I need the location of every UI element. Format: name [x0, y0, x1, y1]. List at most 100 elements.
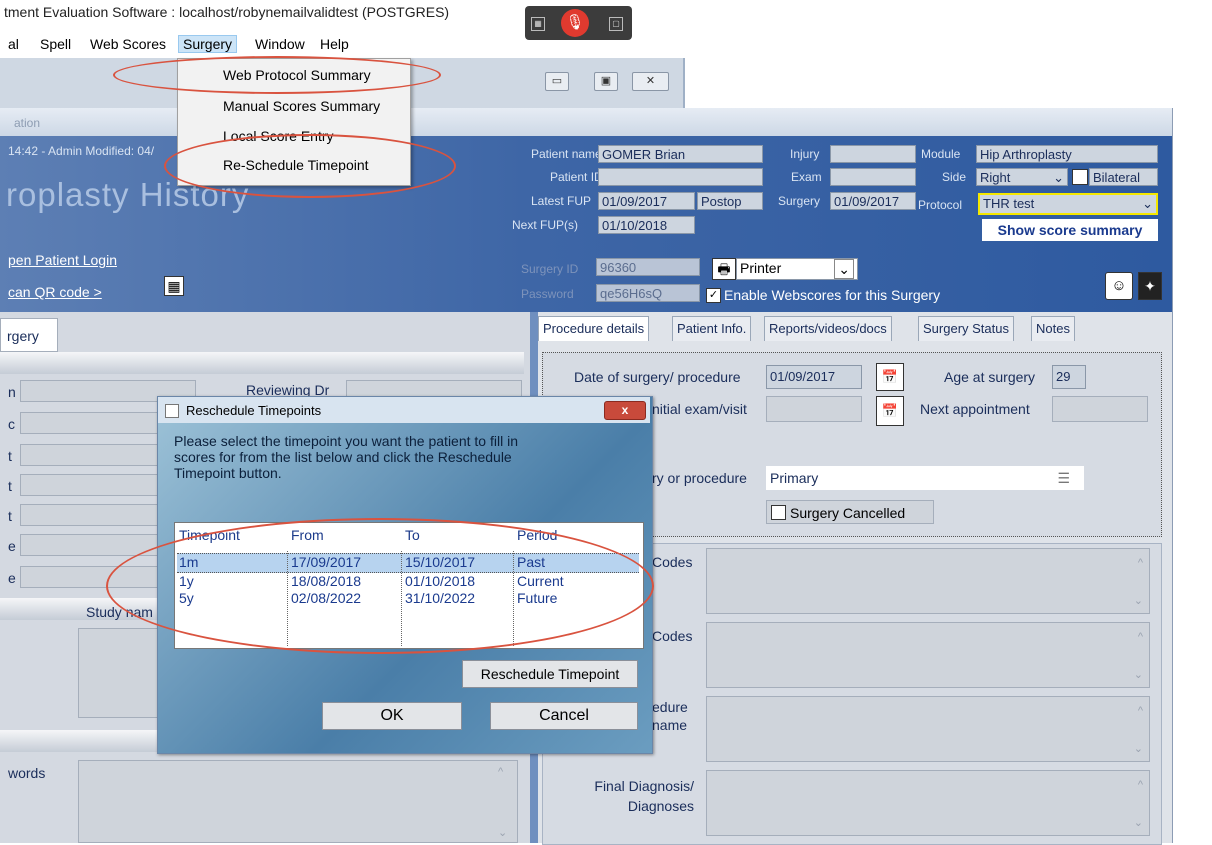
protocol-select[interactable]: THR test ⌄ [978, 193, 1158, 215]
injury-label: Injury [790, 147, 820, 161]
side-label: Side [942, 170, 967, 184]
date-of-surgery-label: Date of surgery/ procedure [574, 369, 741, 385]
next-fup-field[interactable]: 01/10/2018 [598, 216, 695, 234]
left-field-4[interactable] [20, 474, 160, 496]
microphone-icon[interactable]: 🎙 [561, 9, 589, 37]
ok-button[interactable]: OK [322, 702, 462, 730]
calendar-icon[interactable]: 📅 [876, 363, 904, 391]
patient-name-label: Patient name [531, 147, 602, 161]
patient-id-field[interactable] [598, 168, 763, 186]
surgery-cancelled-control[interactable]: Surgery Cancelled [766, 500, 934, 524]
latest-fup-field[interactable]: 01/09/2017 [598, 192, 695, 210]
next-fup-label: Next FUP(s) [512, 218, 578, 232]
form-header: ation [0, 108, 1172, 136]
password-label: Password [521, 287, 574, 301]
left-label-5: t [8, 508, 12, 524]
menu-help[interactable]: Help [320, 36, 349, 52]
maximize-button[interactable]: ▣ [594, 72, 618, 91]
menu-al[interactable]: al [8, 36, 19, 52]
exam-label: Exam [791, 170, 822, 184]
show-score-summary-button[interactable]: Show score summary [982, 219, 1158, 241]
tab-patient-info[interactable]: Patient Info. [672, 316, 752, 341]
date-of-surgery-field[interactable]: 01/09/2017 [766, 365, 862, 389]
study-name-box[interactable] [78, 628, 162, 718]
keywords-field[interactable] [78, 760, 518, 843]
injury-field[interactable] [830, 145, 916, 163]
age-label: Age at surgery [944, 369, 1036, 385]
surgery-cancelled-checkbox[interactable] [771, 505, 786, 520]
recording-widget[interactable]: ▦ 🎙 ▢ [525, 6, 632, 40]
surgery-date-field[interactable]: 01/09/2017 [830, 192, 916, 210]
codes-field-2[interactable]: ^ ⌄ [706, 622, 1150, 688]
procedure-type-field[interactable]: Primary ☰ [766, 466, 1084, 490]
menu-item-manual-scores-summary[interactable]: Manual Scores Summary [223, 98, 380, 114]
left-field-3[interactable] [20, 444, 160, 466]
patient-name-field[interactable]: GOMER Brian [598, 145, 763, 163]
chevron-down-icon: ⌄ [834, 259, 854, 279]
left-pane-header [0, 352, 524, 374]
left-label-4: t [8, 478, 12, 494]
menu-spell[interactable]: Spell [40, 36, 71, 52]
printer-select[interactable]: Printer ⌄ [736, 258, 858, 280]
close-button[interactable]: ✕ [632, 72, 669, 91]
enable-webscores-checkbox[interactable]: ✓ [706, 288, 721, 303]
qr-code-icon[interactable]: ▦ [164, 276, 184, 296]
left-label-1: n [8, 384, 16, 400]
xray-icon[interactable]: ✦ [1138, 272, 1162, 300]
menu-web-scores[interactable]: Web Scores [90, 36, 166, 52]
final-diagnosis-field[interactable]: ^ ⌄ [706, 770, 1150, 836]
procedure-name-label: edure name [652, 699, 688, 733]
keywords-label: words [8, 765, 46, 781]
calendar-icon[interactable]: 📅 [876, 396, 904, 426]
chevron-down-icon: ⌄ [1142, 196, 1153, 211]
password-field: qe56H6sQ [596, 284, 700, 302]
dialog-title: Reschedule Timepoints [186, 403, 322, 418]
tab-surgery[interactable]: rgery [0, 318, 58, 352]
stop-icon[interactable]: ▢ [609, 17, 623, 31]
exam-field[interactable] [830, 168, 916, 186]
surgery-id-label: Surgery ID [521, 262, 579, 276]
dialog-close-button[interactable]: x [604, 401, 646, 420]
open-patient-login-link[interactable]: pen Patient Login [8, 252, 117, 268]
latest-fup-label: Latest FUP [531, 194, 592, 208]
left-field-5[interactable] [20, 504, 160, 526]
codes-field-1[interactable]: ^ ⌄ [706, 548, 1150, 614]
cancel-button[interactable]: Cancel [490, 702, 638, 730]
age-field: 29 [1052, 365, 1086, 389]
next-appointment-field[interactable] [1052, 396, 1148, 422]
left-label-7: e [8, 570, 16, 586]
dialog-titlebar: Reschedule Timepoints x [158, 397, 650, 423]
printer-icon[interactable]: 🖶 [712, 258, 736, 280]
menu-surgery[interactable]: Surgery [178, 35, 238, 53]
patient-id-label: Patient ID [550, 170, 603, 184]
next-appointment-label: Next appointment [920, 401, 1030, 417]
left-field-2[interactable] [20, 412, 160, 434]
side-value: Right [980, 170, 1011, 185]
grid-icon[interactable]: ▦ [531, 17, 545, 31]
enable-webscores-label: Enable Webscores for this Surgery [724, 287, 941, 303]
procedure-name-field[interactable]: ^ ⌄ [706, 696, 1150, 762]
list-icon: ☰ [1057, 470, 1070, 486]
module-field[interactable]: Hip Arthroplasty [976, 145, 1158, 163]
surgery-cancelled-label: Surgery Cancelled [790, 505, 906, 521]
final-diagnosis-label: Final Diagnosis/ Diagnoses [594, 778, 694, 814]
bilateral-label: Bilateral [1089, 168, 1158, 186]
dialog-message: Please select the timepoint you want the… [174, 433, 518, 481]
chevron-down-icon: ⌄ [1053, 170, 1064, 185]
tab-surgery-status[interactable]: Surgery Status [918, 316, 1014, 341]
surgery-id-field: 96360 [596, 258, 700, 276]
bilateral-checkbox[interactable] [1072, 169, 1088, 185]
initial-exam-field[interactable] [766, 396, 862, 422]
tab-notes[interactable]: Notes [1031, 316, 1075, 341]
tab-reports[interactable]: Reports/videos/docs [764, 316, 892, 341]
doctor-icon[interactable]: ☺ [1105, 272, 1133, 300]
minimize-button[interactable]: ▭ [545, 72, 569, 91]
scan-qr-link[interactable]: can QR code > [8, 284, 102, 300]
side-select[interactable]: Right ⌄ [976, 168, 1068, 186]
keywords-scrollbar[interactable]: ^ ⌄ [498, 760, 518, 843]
tab-procedure-details[interactable]: Procedure details [538, 316, 650, 341]
menu-window[interactable]: Window [255, 36, 305, 52]
form-header-text: ation [14, 116, 41, 130]
reschedule-timepoint-button[interactable]: Reschedule Timepoint [462, 660, 638, 688]
left-label-3: t [8, 448, 12, 464]
